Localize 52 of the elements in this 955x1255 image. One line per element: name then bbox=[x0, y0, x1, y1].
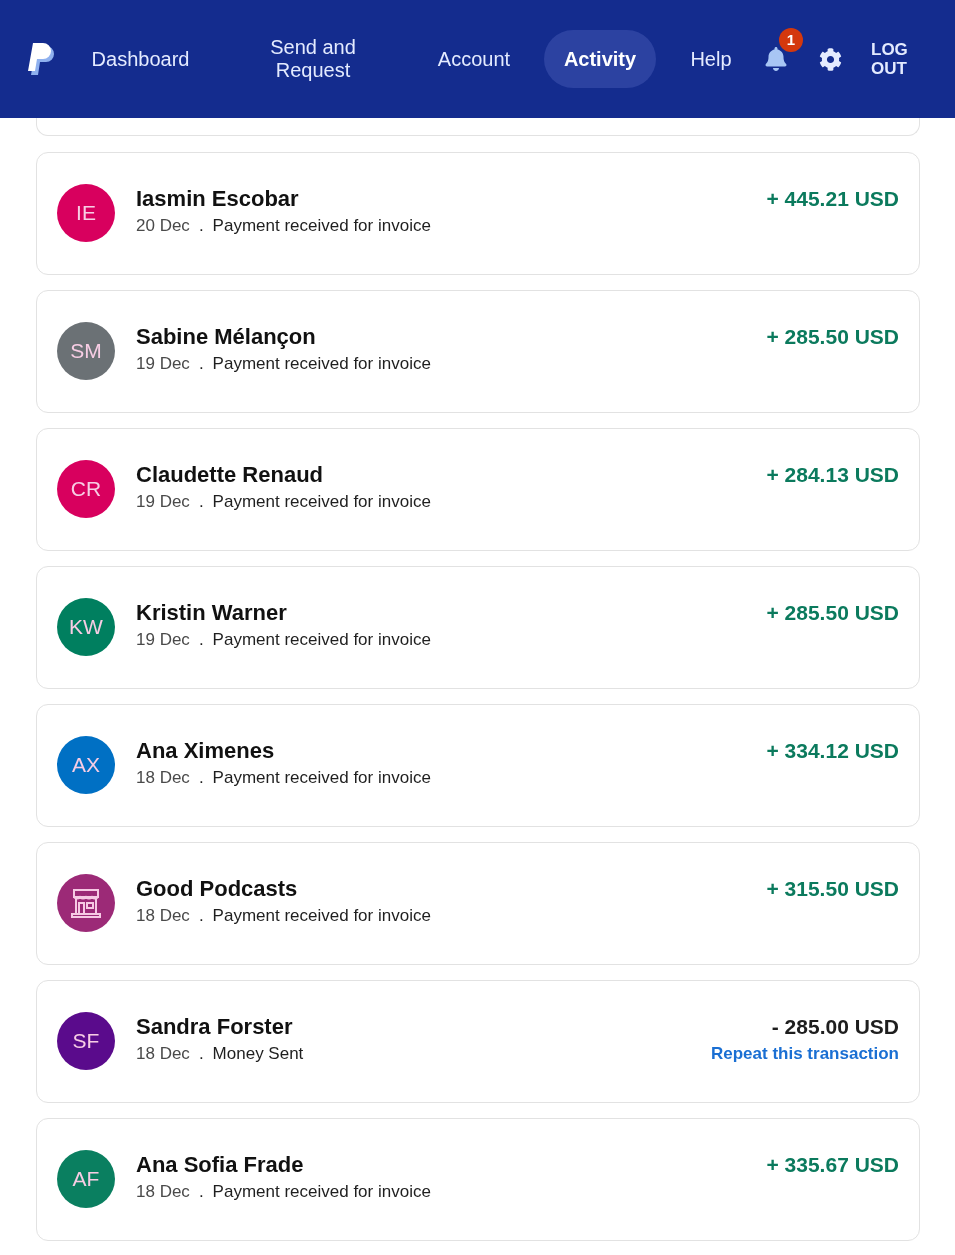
transaction-amount: + 315.50 USD bbox=[766, 876, 899, 902]
bell-icon bbox=[764, 47, 788, 71]
settings-button[interactable] bbox=[819, 47, 842, 71]
transaction-card[interactable]: SF Sandra Forster 18 Dec . Money Sent - 285.00 USD Repeat this transaction bbox=[36, 980, 920, 1103]
repeat-transaction-link[interactable]: Repeat this transaction bbox=[711, 1043, 899, 1065]
transaction-amount: - 285.00 USD bbox=[771, 1014, 899, 1040]
contact-name: Claudette Renaud bbox=[136, 461, 325, 489]
transaction-subtitle: 19 Dec . Payment received for invoice bbox=[136, 629, 432, 651]
transaction-amount: + 285.50 USD bbox=[766, 324, 899, 350]
avatar: SF bbox=[57, 1012, 115, 1070]
transaction-amount: + 334.12 USD bbox=[766, 738, 899, 764]
nav-tab[interactable]: Activity bbox=[544, 30, 656, 88]
transaction-amount: + 284.13 USD bbox=[766, 462, 899, 488]
notifications-button[interactable] bbox=[764, 46, 788, 72]
transaction-card[interactable]: Good Podcasts 18 Dec . Payment received for invoice + 315.50 USD bbox=[36, 842, 920, 965]
transaction-amount: + 285.50 USD bbox=[766, 600, 899, 626]
transaction-subtitle: 18 Dec . Payment received for invoice bbox=[136, 905, 432, 927]
contact-name: Sabine Mélançon bbox=[136, 323, 317, 351]
transaction-amount: + 445.21 USD bbox=[766, 186, 899, 212]
nav-tab[interactable]: Send and Request bbox=[252, 30, 374, 88]
avatar: AF bbox=[57, 1150, 115, 1208]
transaction-subtitle: 18 Dec . Payment received for invoice bbox=[136, 1181, 432, 1203]
contact-name: Kristin Warner bbox=[136, 599, 288, 627]
transaction-card[interactable]: KW Kristin Warner 19 Dec . Payment received for invoice + 285.50 USD bbox=[36, 566, 920, 689]
avatar: SM bbox=[57, 322, 115, 380]
contact-name: Sandra Forster bbox=[136, 1013, 294, 1041]
nav-tab[interactable]: Dashboard bbox=[72, 30, 209, 88]
settings-icon bbox=[819, 47, 842, 71]
transaction-card[interactable]: IE Iasmin Escobar 20 Dec . Payment received for invoice + 445.21 USD bbox=[36, 152, 920, 275]
nav-tab[interactable]: Help bbox=[670, 30, 752, 88]
logout-button[interactable]: LOG OUT bbox=[871, 40, 913, 78]
avatar: AX bbox=[57, 736, 115, 794]
avatar: IE bbox=[57, 184, 115, 242]
transaction-card[interactable]: SM Sabine Mélançon 19 Dec . Payment received for invoice + 285.50 USD bbox=[36, 290, 920, 413]
contact-name: Good Podcasts bbox=[136, 875, 299, 903]
transaction-amount: + 335.67 USD bbox=[766, 1152, 899, 1178]
transaction-subtitle: 18 Dec . Payment received for invoice bbox=[136, 767, 432, 789]
transaction-subtitle: 19 Dec . Payment received for invoice bbox=[136, 353, 432, 375]
logo-icon[interactable] bbox=[27, 42, 57, 76]
contact-name: Iasmin Escobar bbox=[136, 185, 300, 213]
transaction-card[interactable]: AF Ana Sofia Frade 18 Dec . Payment received for invoice + 335.67 USD bbox=[36, 1118, 920, 1241]
notification-count: 1 bbox=[779, 28, 803, 52]
nav-tab[interactable]: Account bbox=[417, 30, 531, 88]
contact-name: Ana Sofia Frade bbox=[136, 1151, 305, 1179]
transaction-subtitle: 20 Dec . Payment received for invoice bbox=[136, 215, 432, 237]
transaction-card[interactable]: AX Ana Ximenes 18 Dec . Payment received for invoice + 334.12 USD bbox=[36, 704, 920, 827]
avatar: KW bbox=[57, 598, 115, 656]
transaction-card[interactable]: CR Claudette Renaud 19 Dec . Payment received for invoice + 284.13 USD bbox=[36, 428, 920, 551]
transaction-subtitle: 18 Dec . Money Sent bbox=[136, 1043, 305, 1065]
contact-name: Ana Ximenes bbox=[136, 737, 276, 765]
avatar: CR bbox=[57, 460, 115, 518]
transaction-subtitle: 19 Dec . Payment received for invoice bbox=[136, 491, 432, 513]
